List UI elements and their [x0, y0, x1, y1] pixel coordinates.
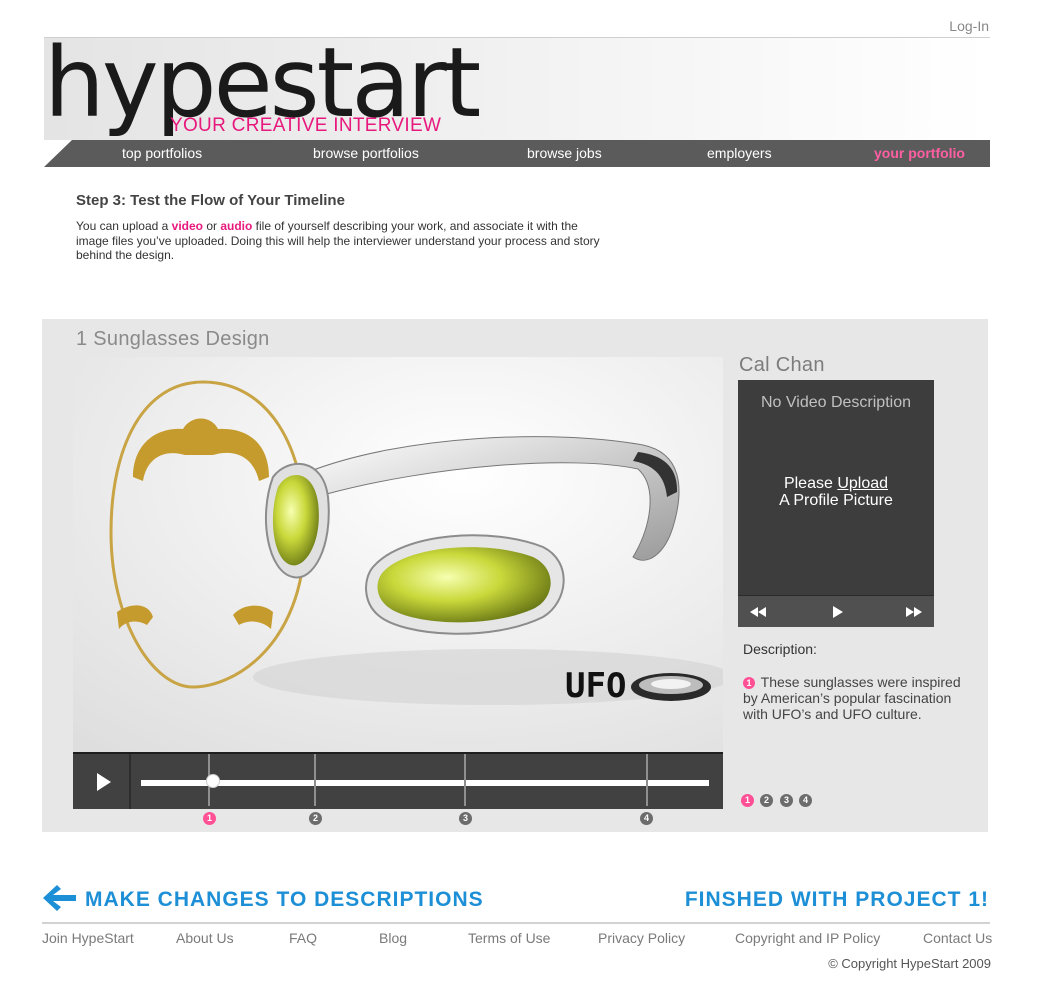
footer-link-about[interactable]: About Us — [176, 930, 234, 946]
step-text-or: or — [203, 219, 221, 233]
step-instructions: You can upload a video or audio file of … — [76, 219, 606, 263]
play-icon — [97, 773, 111, 791]
timeline-marker-3[interactable]: 3 — [459, 812, 472, 825]
video-play-icon[interactable] — [827, 603, 847, 621]
nav-item-your-portfolio[interactable]: your portfolio — [874, 145, 965, 161]
upload-profile-message: Please Upload A Profile Picture — [738, 475, 934, 509]
timeline-marker-2[interactable]: 2 — [309, 812, 322, 825]
main-nav: top portfolios browse portfolios browse … — [44, 140, 990, 167]
project-image: UFO — [73, 357, 723, 752]
ufo-image-label: UFO — [565, 666, 626, 706]
timeline-mark — [646, 754, 648, 806]
audio-link[interactable]: audio — [220, 219, 252, 233]
make-changes-button[interactable]: MAKE CHANGES TO DESCRIPTIONS — [85, 888, 484, 912]
profile-name: Cal Chan — [739, 354, 825, 376]
footer-rule — [42, 922, 990, 924]
upload-please-text: Please — [783, 475, 838, 492]
back-arrow-icon[interactable] — [43, 883, 77, 913]
description-text: 1 These sunglasses were inspired by Amer… — [743, 674, 973, 722]
no-video-label: No Video Description — [760, 394, 911, 411]
step-text-before: You can upload a — [76, 219, 172, 233]
pager-dot-3[interactable]: 3 — [780, 794, 793, 807]
nav-item-top-portfolios[interactable]: top portfolios — [122, 145, 202, 161]
footer-link-privacy[interactable]: Privacy Policy — [598, 930, 685, 946]
sunglasses-illustration: UFO — [73, 357, 723, 752]
timeline-marker-1[interactable]: 1 — [203, 812, 216, 825]
video-description-box: No Video Description Please Upload A Pro… — [738, 380, 934, 627]
footer-link-blog[interactable]: Blog — [379, 930, 407, 946]
step-title: Step 3: Test the Flow of Your Timeline — [76, 192, 345, 209]
timeline-scrubber[interactable] — [206, 774, 220, 788]
nav-item-browse-portfolios[interactable]: browse portfolios — [313, 145, 419, 161]
pager-dot-4[interactable]: 4 — [799, 794, 812, 807]
pager-dot-1[interactable]: 1 — [741, 794, 754, 807]
timeline-track[interactable] — [141, 780, 709, 786]
login-link[interactable]: Log-In — [949, 18, 989, 34]
nav-item-browse-jobs[interactable]: browse jobs — [527, 145, 602, 161]
copyright-text: © Copyright HypeStart 2009 — [828, 956, 991, 971]
timeline-mark — [314, 754, 316, 806]
rewind-icon[interactable] — [748, 603, 768, 621]
video-controls — [738, 595, 934, 627]
nav-item-employers[interactable]: employers — [707, 145, 772, 161]
timeline-player — [73, 752, 723, 809]
play-button[interactable] — [73, 754, 131, 809]
finished-project-button[interactable]: FINSHED WITH PROJECT 1! — [685, 888, 989, 912]
project-title: 1 Sunglasses Design — [76, 328, 270, 350]
profile-picture-text: A Profile Picture — [779, 492, 893, 509]
footer-link-copyright-policy[interactable]: Copyright and IP Policy — [735, 930, 880, 946]
fast-forward-icon[interactable] — [904, 603, 924, 621]
footer-link-terms[interactable]: Terms of Use — [468, 930, 550, 946]
site-tagline: YOUR CREATIVE INTERVIEW — [170, 115, 442, 136]
video-link[interactable]: video — [172, 219, 203, 233]
description-body: These sunglasses were inspired by Americ… — [743, 674, 961, 722]
description-label: Description: — [743, 641, 817, 657]
upload-link[interactable]: Upload — [837, 475, 888, 492]
timeline-mark — [464, 754, 466, 806]
footer-link-join[interactable]: Join HypeStart — [42, 930, 134, 946]
footer-link-contact[interactable]: Contact Us — [923, 930, 992, 946]
nav-notch — [44, 140, 72, 167]
pager-dot-2[interactable]: 2 — [760, 794, 773, 807]
footer-link-faq[interactable]: FAQ — [289, 930, 317, 946]
timeline-marker-4[interactable]: 4 — [640, 812, 653, 825]
description-number-badge: 1 — [743, 677, 755, 689]
